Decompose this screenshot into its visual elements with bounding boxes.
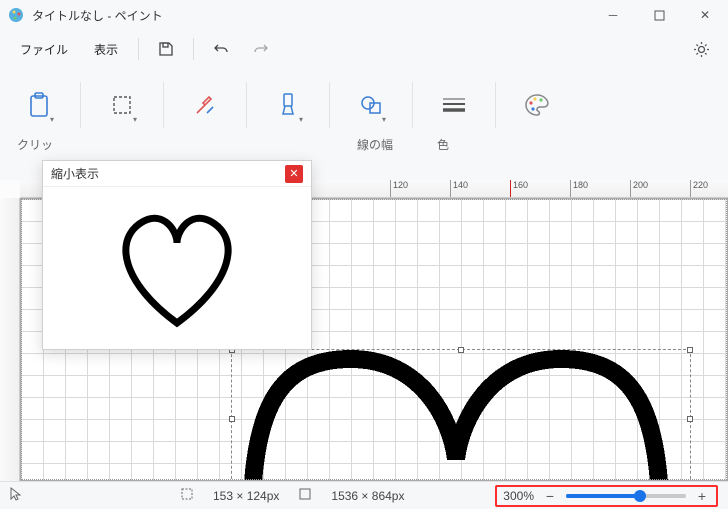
statusbar: 153 × 124px 1536 × 864px 300% − + bbox=[0, 481, 728, 509]
redo-button[interactable] bbox=[244, 34, 278, 64]
cursor-indicator-icon bbox=[10, 487, 21, 504]
thumbnail-title: 縮小表示 bbox=[51, 165, 99, 182]
ribbon: ▾ ▾ ▾ ▾ bbox=[0, 68, 728, 136]
brushes-button[interactable]: ▾ bbox=[267, 84, 309, 126]
minimize-button[interactable]: ─ bbox=[590, 0, 636, 30]
separator bbox=[329, 82, 330, 128]
chevron-down-icon: ▾ bbox=[299, 115, 303, 124]
selection-handle[interactable] bbox=[687, 416, 693, 422]
menu-view[interactable]: 表示 bbox=[84, 35, 128, 64]
label-line-width: 線の幅 bbox=[350, 136, 400, 153]
thumbnail-canvas bbox=[43, 187, 311, 349]
separator bbox=[80, 82, 81, 128]
selection-box[interactable] bbox=[231, 349, 691, 481]
color-palette-button[interactable] bbox=[516, 84, 558, 126]
clipboard-button[interactable]: ▾ bbox=[18, 84, 60, 126]
separator bbox=[246, 82, 247, 128]
close-button[interactable]: ✕ bbox=[682, 0, 728, 30]
chevron-down-icon: ▾ bbox=[382, 115, 386, 124]
titlebar: タイトルなし - ペイント ─ ✕ bbox=[0, 0, 728, 30]
window-title: タイトルなし - ペイント bbox=[32, 7, 590, 24]
selection-handle[interactable] bbox=[687, 347, 693, 353]
separator bbox=[412, 82, 413, 128]
undo-button[interactable] bbox=[204, 34, 238, 64]
line-width-button[interactable] bbox=[433, 84, 475, 126]
menubar: ファイル 表示 bbox=[0, 30, 728, 68]
label-clipboard: クリッ bbox=[10, 136, 60, 153]
canvas-size: 1536 × 864px bbox=[331, 489, 404, 503]
separator bbox=[138, 38, 139, 60]
save-button[interactable] bbox=[149, 34, 183, 64]
separator bbox=[193, 38, 194, 60]
thumbnail-titlebar[interactable]: 縮小表示 ✕ bbox=[43, 161, 311, 187]
maximize-button[interactable] bbox=[636, 0, 682, 30]
label-color: 色 bbox=[428, 136, 458, 153]
selection-handle[interactable] bbox=[458, 347, 464, 353]
chevron-down-icon: ▾ bbox=[133, 115, 137, 124]
zoom-controls: 300% − + bbox=[495, 485, 718, 507]
tools-button[interactable] bbox=[184, 84, 226, 126]
heart-thumbnail-icon bbox=[102, 203, 252, 333]
zoom-slider[interactable] bbox=[566, 494, 686, 498]
zoom-out-button[interactable]: − bbox=[542, 488, 558, 504]
paint-app-icon bbox=[8, 7, 24, 23]
selection-handle[interactable] bbox=[229, 416, 235, 422]
zoom-in-button[interactable]: + bbox=[694, 488, 710, 504]
thumbnail-close-button[interactable]: ✕ bbox=[285, 165, 303, 183]
settings-button[interactable] bbox=[684, 34, 718, 64]
shapes-button[interactable]: ▾ bbox=[350, 84, 392, 126]
vertical-ruler bbox=[0, 198, 20, 481]
zoom-slider-thumb[interactable] bbox=[634, 490, 646, 502]
ribbon-labels: クリッ 線の幅 色 bbox=[0, 136, 728, 158]
selection-button[interactable]: ▾ bbox=[101, 84, 143, 126]
chevron-down-icon: ▾ bbox=[50, 115, 54, 124]
separator bbox=[495, 82, 496, 128]
menu-file[interactable]: ファイル bbox=[10, 35, 78, 64]
zoom-percent: 300% bbox=[503, 489, 534, 503]
canvas-size-icon bbox=[299, 488, 311, 503]
thumbnail-panel[interactable]: 縮小表示 ✕ bbox=[42, 160, 312, 350]
separator bbox=[163, 82, 164, 128]
selection-size-icon bbox=[181, 488, 193, 503]
selection-size: 153 × 124px bbox=[213, 489, 279, 503]
